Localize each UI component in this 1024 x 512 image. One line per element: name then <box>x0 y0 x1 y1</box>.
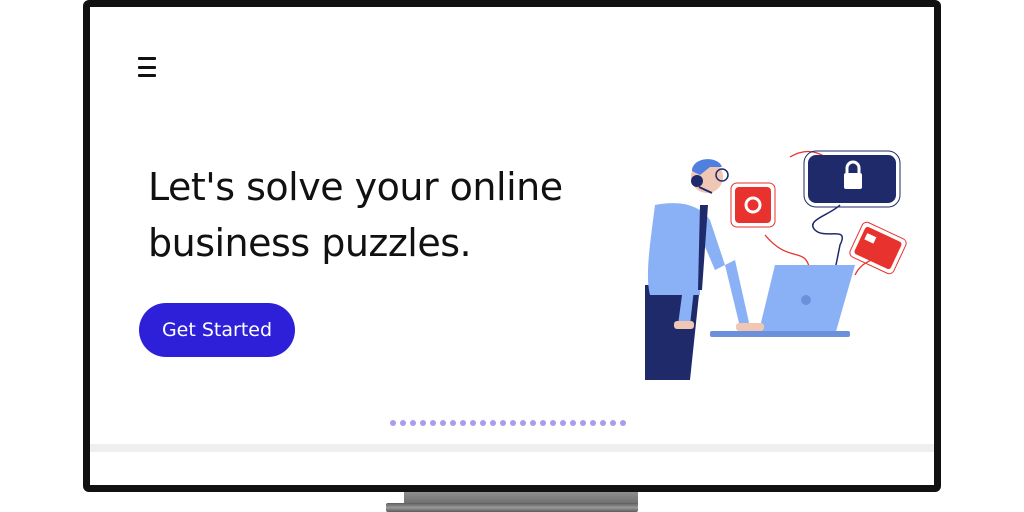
credit-card-icon <box>849 221 907 275</box>
hero-illustration <box>645 150 907 380</box>
carousel-indicator <box>390 420 626 426</box>
carousel-dot[interactable] <box>500 420 506 426</box>
section-divider <box>90 444 934 452</box>
carousel-dot[interactable] <box>470 420 476 426</box>
carousel-dot[interactable] <box>610 420 616 426</box>
carousel-dot[interactable] <box>540 420 546 426</box>
carousel-dot[interactable] <box>560 420 566 426</box>
connector-line-icon <box>764 234 811 271</box>
headline-line-2: business puzzles. <box>148 221 472 265</box>
screen: Let's solve your online business puzzles… <box>90 7 934 485</box>
carousel-dot[interactable] <box>570 420 576 426</box>
carousel-dot[interactable] <box>430 420 436 426</box>
carousel-dot[interactable] <box>420 420 426 426</box>
carousel-dot[interactable] <box>590 420 596 426</box>
carousel-dot[interactable] <box>550 420 556 426</box>
carousel-dot[interactable] <box>410 420 416 426</box>
monitor-frame: Let's solve your online business puzzles… <box>83 0 941 492</box>
carousel-dot[interactable] <box>600 420 606 426</box>
carousel-dot[interactable] <box>490 420 496 426</box>
carousel-dot[interactable] <box>440 420 446 426</box>
hero-headline: Let's solve your online business puzzles… <box>148 159 608 271</box>
carousel-dot[interactable] <box>480 420 486 426</box>
carousel-dot[interactable] <box>520 420 526 426</box>
carousel-dot[interactable] <box>510 420 516 426</box>
carousel-dot[interactable] <box>450 420 456 426</box>
carousel-dot[interactable] <box>400 420 406 426</box>
monitor-stand-base <box>386 503 638 512</box>
gear-card-icon <box>735 187 771 223</box>
carousel-dot[interactable] <box>580 420 586 426</box>
squiggle-line-icon <box>812 204 843 271</box>
carousel-dot[interactable] <box>530 420 536 426</box>
headline-line-1: Let's solve your online <box>148 165 563 209</box>
carousel-dot[interactable] <box>620 420 626 426</box>
carousel-dot[interactable] <box>460 420 466 426</box>
hamburger-menu-icon[interactable] <box>138 57 160 77</box>
carousel-dot[interactable] <box>390 420 396 426</box>
get-started-button[interactable]: Get Started <box>139 303 295 357</box>
